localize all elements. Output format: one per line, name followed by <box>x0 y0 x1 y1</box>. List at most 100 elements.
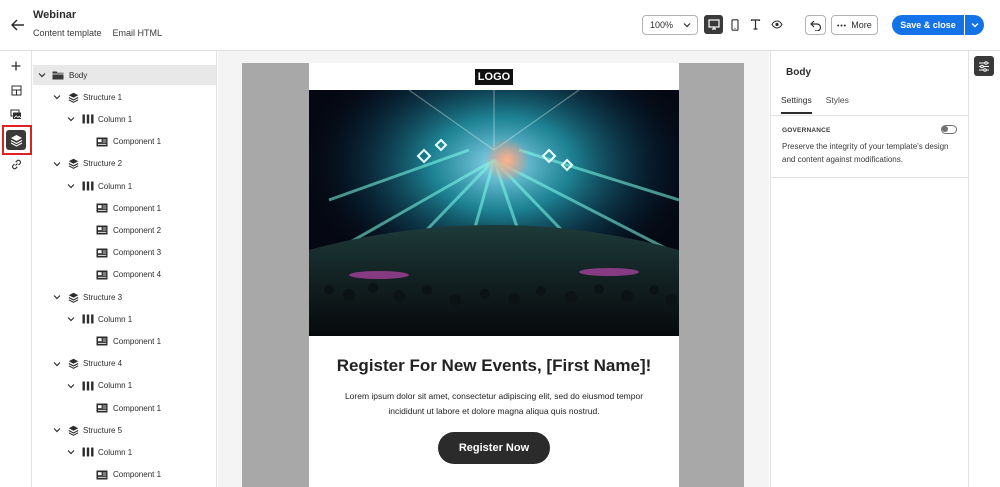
tree-item-label: Structure 1 <box>83 92 123 102</box>
tree-item-label: Structure 5 <box>83 425 123 435</box>
more-button[interactable]: More <box>831 15 878 35</box>
navigation-tree-button[interactable] <box>6 130 26 150</box>
tree-item-component[interactable]: Component 3 <box>33 243 216 263</box>
desktop-icon <box>707 19 720 30</box>
component-icon <box>96 269 108 281</box>
tree-item-structure[interactable]: Structure 4 <box>33 354 216 374</box>
email-canvas: LOGO Register For New Events, [First Nam… <box>218 51 769 487</box>
chevron-down-icon[interactable] <box>66 114 76 124</box>
text-icon <box>750 19 761 30</box>
more-label: More <box>851 20 872 30</box>
chevron-down-icon[interactable] <box>52 425 62 435</box>
tree-item-column[interactable]: Column 1 <box>33 376 216 396</box>
component-icon <box>96 136 108 148</box>
page-title: Webinar <box>33 9 77 21</box>
chevron-down-icon[interactable] <box>52 292 62 302</box>
columns-icon <box>82 380 94 392</box>
tree-item-label: Component 1 <box>113 336 162 346</box>
assets-button[interactable] <box>6 104 26 124</box>
chevron-down-icon[interactable] <box>66 314 76 324</box>
tree-item-component[interactable]: Component 2 <box>33 220 216 240</box>
tree-item-column[interactable]: Column 1 <box>33 442 216 462</box>
tree-item-label: Component 3 <box>113 248 162 258</box>
chevron-down-icon[interactable] <box>52 159 62 169</box>
top-bar: Webinar Content template Email HTML 100%… <box>0 0 1000 51</box>
tree-item-structure[interactable]: Structure 5 <box>33 420 216 440</box>
properties-button[interactable] <box>974 56 994 76</box>
component-icon <box>96 335 108 347</box>
tree-item-label: Component 1 <box>113 470 162 480</box>
tree-item-column[interactable]: Column 1 <box>33 176 216 196</box>
tree-item-component[interactable]: Component 1 <box>33 398 216 418</box>
email-body-text[interactable]: Lorem ipsum dolor sit amet, consectetur … <box>333 389 655 419</box>
zoom-select[interactable]: 100% <box>642 15 698 35</box>
chevron-down-icon[interactable] <box>66 381 76 391</box>
columns-icon <box>82 180 94 192</box>
tree-item-component[interactable]: Component 1 <box>33 465 216 485</box>
left-rail <box>0 51 32 487</box>
zoom-value: 100% <box>650 20 674 30</box>
text-view-button[interactable] <box>746 15 765 34</box>
fragments-button[interactable] <box>6 80 26 100</box>
tree-item-component[interactable]: Component 1 <box>33 331 216 351</box>
breadcrumb-content-template[interactable]: Content template <box>33 28 102 38</box>
email-headline[interactable]: Register For New Events, [First Name]! <box>309 356 679 376</box>
tree-item-structure[interactable]: Structure 3 <box>33 287 216 307</box>
tree-item-label: Column 1 <box>98 447 133 457</box>
toggle-knob <box>942 126 948 132</box>
columns-icon <box>82 313 94 325</box>
tree-item-label: Structure 2 <box>83 159 123 169</box>
chevron-down-icon <box>683 23 691 28</box>
chevron-down-icon[interactable] <box>66 181 76 191</box>
columns-icon <box>82 446 94 458</box>
plus-icon <box>11 61 21 71</box>
mobile-view-button[interactable] <box>725 15 744 34</box>
undo-icon <box>809 20 821 31</box>
tree-item-column[interactable]: Column 1 <box>33 309 216 329</box>
tree-item-component[interactable]: Component 1 <box>33 132 216 152</box>
tree-item-structure[interactable]: Structure 2 <box>33 154 216 174</box>
layers-icon <box>67 424 79 436</box>
save-close-button[interactable]: Save & close <box>892 15 964 35</box>
component-icon <box>96 469 108 481</box>
columns-icon <box>82 113 94 125</box>
tree-item-column[interactable]: Column 1 <box>33 109 216 129</box>
component-icon <box>96 247 108 259</box>
breadcrumb-email-html[interactable]: Email HTML <box>113 28 163 38</box>
tree-item-label: Component 1 <box>113 137 162 147</box>
undo-button[interactable] <box>805 15 826 35</box>
preview-button[interactable] <box>767 15 786 34</box>
tree-item-label: Structure 4 <box>83 359 123 369</box>
hero-image[interactable] <box>309 90 679 336</box>
governance-description: Preserve the integrity of your template'… <box>782 142 949 164</box>
register-now-button[interactable]: Register Now <box>438 432 550 464</box>
save-options-button[interactable] <box>965 15 984 35</box>
chevron-down-icon[interactable] <box>52 359 62 369</box>
add-button[interactable] <box>6 56 26 76</box>
logo[interactable]: LOGO <box>475 69 513 85</box>
chevron-down-icon[interactable] <box>37 70 47 80</box>
layout-icon <box>11 85 21 95</box>
governance-toggle[interactable] <box>941 125 957 134</box>
tree-item-structure[interactable]: Structure 1 <box>33 87 216 107</box>
chevron-down-icon[interactable] <box>52 92 62 102</box>
tab-settings[interactable]: Settings <box>781 95 812 114</box>
layers-icon <box>10 134 22 147</box>
links-button[interactable] <box>6 154 26 174</box>
email-body[interactable]: LOGO Register For New Events, [First Nam… <box>309 63 679 487</box>
layers-icon <box>67 91 79 103</box>
tree-item-component[interactable]: Component 1 <box>33 198 216 218</box>
back-button[interactable] <box>8 15 28 35</box>
tree-item-folder[interactable]: Body <box>33 65 216 85</box>
tree-item-component[interactable]: Component 4 <box>33 265 216 285</box>
properties-panel: Body Settings Styles GOVERNANCE Preserve… <box>770 51 968 487</box>
component-icon <box>96 224 108 236</box>
tab-styles[interactable]: Styles <box>826 95 849 114</box>
desktop-view-button[interactable] <box>704 15 723 34</box>
properties-tabs: Settings Styles <box>781 95 863 114</box>
tree-item-label: Component 4 <box>113 270 162 280</box>
tree-item-label: Column 1 <box>98 114 133 124</box>
layers-icon <box>67 358 79 370</box>
tree-item-label: Component 1 <box>113 403 162 413</box>
chevron-down-icon[interactable] <box>66 447 76 457</box>
